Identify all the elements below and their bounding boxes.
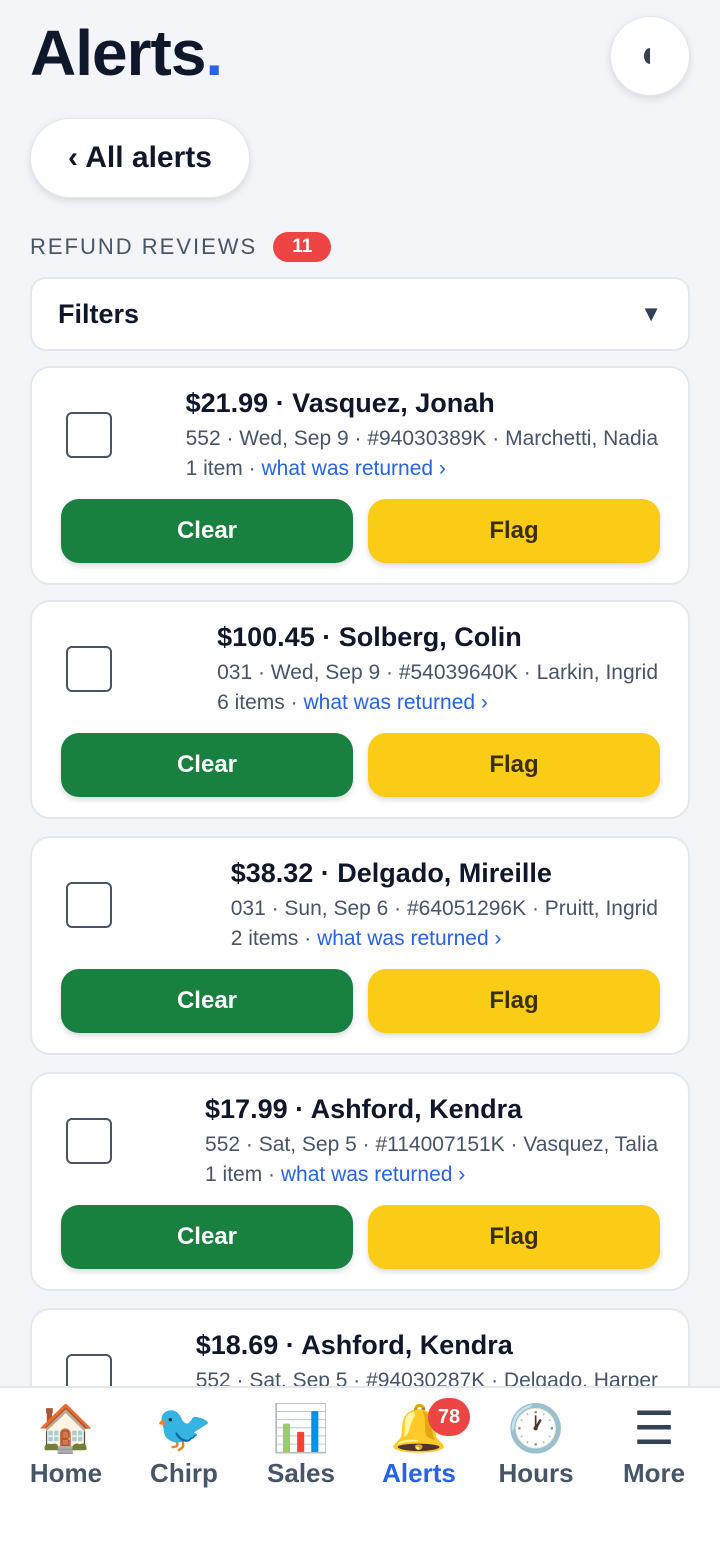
title-accent-dot: .	[205, 17, 223, 89]
refund-headline: $100.45 · Solberg, Colin	[217, 622, 522, 652]
theme-toggle-button[interactable]	[610, 16, 690, 96]
refund-items: 1 item · what was returned ›	[186, 457, 658, 481]
bird-icon: 🐦	[155, 1402, 213, 1454]
alerts-count-badge: 78	[428, 1398, 470, 1436]
refund-card: $38.32 · Delgado, Mireille 031 · Sun, Se…	[30, 836, 690, 1055]
clear-button[interactable]: Clear	[61, 969, 353, 1033]
item-count: 1 item ·	[185, 457, 262, 480]
filters-dropdown[interactable]: Filters ▼	[30, 277, 690, 351]
item-count: 2 items ·	[230, 927, 318, 950]
nav-item-hours[interactable]: 🕐 Hours	[477, 1400, 595, 1489]
refund-info: $100.45 · Solberg, Colin 031 · Wed, Sep …	[217, 622, 658, 715]
refund-info: $38.32 · Delgado, Mireille 031 · Sun, Se…	[231, 858, 658, 951]
section-label: REFUND REVIEWS	[30, 234, 258, 259]
bottom-nav: 🏠 Home 🐦 Chirp 📊 Sales 🔔 78 Alerts 🕐 Hou…	[0, 1386, 720, 1558]
flag-button[interactable]: Flag	[368, 499, 660, 563]
what-was-returned-link[interactable]: what was returned ›	[303, 691, 487, 714]
select-checkbox[interactable]	[66, 1118, 112, 1164]
refund-meta: 031 · Sun, Sep 6 · #64051296K · Pruitt, …	[230, 897, 658, 920]
refund-card: $17.99 · Ashford, Kendra 552 · Sat, Sep …	[30, 1072, 690, 1291]
refund-items: 1 item · what was returned ›	[205, 1163, 658, 1187]
chevron-down-icon: ▼	[640, 301, 662, 326]
nav-label: More	[622, 1458, 686, 1488]
nav-label: Alerts	[382, 1458, 456, 1488]
nav-item-home[interactable]: 🏠 Home	[7, 1400, 125, 1489]
item-count: 1 item ·	[205, 1163, 281, 1186]
refund-info: $18.69 · Ashford, Kendra 552 · Sat, Sep …	[196, 1330, 658, 1386]
refund-headline: $21.99 · Vasquez, Jonah	[185, 388, 495, 418]
nav-item-more[interactable]: ☰ More	[595, 1400, 713, 1489]
filters-label: Filters	[58, 298, 140, 329]
nav-item-alerts[interactable]: 🔔 78 Alerts	[360, 1398, 478, 1489]
bar-chart-icon: 📊	[272, 1402, 330, 1454]
section-header: REFUND REVIEWS 11	[30, 232, 332, 262]
nav-label: Sales	[267, 1458, 335, 1488]
clear-button[interactable]: Clear	[61, 733, 353, 797]
home-icon: 🏠	[37, 1402, 95, 1454]
item-count: 6 items ·	[217, 691, 304, 714]
select-checkbox[interactable]	[66, 412, 112, 458]
all-alerts-back-button[interactable]: ‹ All alerts	[30, 118, 250, 198]
nav-label: Home	[29, 1458, 103, 1488]
select-checkbox[interactable]	[66, 882, 112, 928]
nav-label: Chirp	[150, 1458, 218, 1488]
nav-label: Hours	[498, 1458, 574, 1488]
refund-headline: $38.32 · Delgado, Mireille	[230, 858, 552, 888]
refund-card: $21.99 · Vasquez, Jonah 552 · Wed, Sep 9…	[30, 366, 690, 585]
refund-meta: 031 · Wed, Sep 9 · #54039640K · Larkin, …	[217, 661, 658, 684]
refund-meta: 552 · Sat, Sep 5 · #94030287K · Delgado,…	[195, 1369, 658, 1386]
flag-button[interactable]: Flag	[368, 969, 660, 1033]
clear-button[interactable]: Clear	[61, 499, 353, 563]
flag-button[interactable]: Flag	[368, 1205, 660, 1269]
refund-meta: 552 · Wed, Sep 9 · #94030389K · Marchett…	[185, 427, 658, 450]
what-was-returned-link[interactable]: what was returned ›	[281, 1163, 465, 1186]
what-was-returned-link[interactable]: what was returned ›	[261, 457, 445, 480]
refund-count-badge: 11	[273, 232, 332, 262]
what-was-returned-link[interactable]: what was returned ›	[317, 927, 501, 950]
nav-item-chirp[interactable]: 🐦 Chirp	[125, 1400, 243, 1489]
refund-card: $18.69 · Ashford, Kendra 552 · Sat, Sep …	[30, 1308, 690, 1386]
half-moon-icon	[644, 48, 656, 64]
refund-info: $21.99 · Vasquez, Jonah 552 · Wed, Sep 9…	[186, 388, 658, 481]
clock-icon: 🕐	[507, 1402, 565, 1454]
menu-icon: ☰	[633, 1402, 675, 1454]
flag-button[interactable]: Flag	[368, 733, 660, 797]
refund-items: 6 items · what was returned ›	[217, 691, 658, 715]
page-title-text: Alerts	[30, 17, 206, 89]
refund-card: $100.45 · Solberg, Colin 031 · Wed, Sep …	[30, 600, 690, 819]
refund-headline: $17.99 · Ashford, Kendra	[205, 1094, 523, 1124]
nav-item-sales[interactable]: 📊 Sales	[242, 1400, 360, 1489]
select-checkbox[interactable]	[66, 1354, 112, 1386]
refund-items: 2 items · what was returned ›	[231, 927, 658, 951]
refund-headline: $18.69 · Ashford, Kendra	[195, 1330, 513, 1360]
clear-button[interactable]: Clear	[61, 1205, 353, 1269]
alerts-page: Alerts. ‹ All alerts REFUND REVIEWS 11 F…	[0, 0, 720, 1386]
page-title: Alerts.	[30, 16, 223, 90]
refund-info: $17.99 · Ashford, Kendra 552 · Sat, Sep …	[205, 1094, 658, 1187]
refund-meta: 552 · Sat, Sep 5 · #114007151K · Vasquez…	[205, 1133, 658, 1156]
select-checkbox[interactable]	[66, 646, 112, 692]
